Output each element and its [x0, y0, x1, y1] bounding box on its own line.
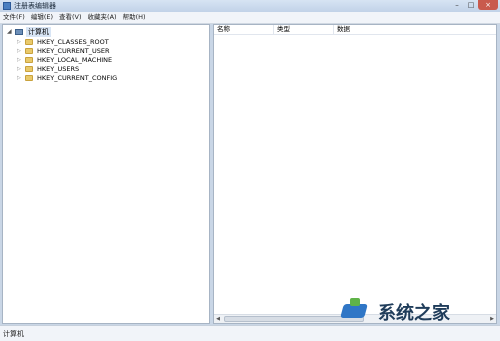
tree-item-label: HKEY_USERS	[37, 64, 80, 73]
tree-root-computer[interactable]: ◢ 计算机	[7, 26, 51, 37]
tree-item-label: HKEY_LOCAL_MACHINE	[37, 55, 113, 64]
title-bar: 注册表编辑器 – □ ×	[0, 0, 500, 12]
menu-view[interactable]: 查看(V)	[56, 12, 85, 23]
watermark-text: 系统之家	[378, 303, 450, 324]
tree-root-label: 计算机	[26, 26, 51, 37]
status-path: 计算机	[3, 330, 24, 338]
tree-item-hkey-current-config[interactable]: ▷ HKEY_CURRENT_CONFIG	[17, 73, 117, 82]
column-header-data[interactable]: 数据	[334, 25, 496, 34]
column-header-type[interactable]: 类型	[274, 25, 334, 34]
folder-icon	[25, 65, 33, 72]
tree-item-hkey-classes-root[interactable]: ▷ HKEY_CLASSES_ROOT	[17, 37, 109, 46]
folder-icon	[25, 56, 33, 63]
list-header: 名称 类型 数据	[214, 25, 496, 35]
close-button[interactable]: ×	[478, 0, 498, 10]
expand-icon[interactable]: ▷	[17, 75, 25, 81]
regedit-app-icon	[3, 2, 11, 10]
tree-item-label: HKEY_CURRENT_USER	[37, 46, 110, 55]
registry-tree-pane[interactable]: ◢ 计算机 ▷ HKEY_CLASSES_ROOT ▷ HKEY_CURRENT…	[2, 24, 210, 324]
expand-icon[interactable]: ▷	[17, 39, 25, 45]
window-controls: – □ ×	[450, 0, 498, 10]
folder-icon	[25, 74, 33, 81]
folder-icon	[25, 47, 33, 54]
menu-help[interactable]: 帮助(H)	[120, 12, 149, 23]
collapse-icon[interactable]: ◢	[7, 28, 15, 35]
minimize-button[interactable]: –	[450, 0, 464, 10]
scroll-left-icon[interactable]: ◀	[214, 315, 222, 323]
expand-icon[interactable]: ▷	[17, 57, 25, 63]
menu-file[interactable]: 文件(F)	[0, 12, 28, 23]
values-list-pane[interactable]: 名称 类型 数据 ◀ ▶	[213, 24, 497, 324]
site-logo-icon	[338, 298, 372, 326]
menu-edit[interactable]: 编辑(E)	[28, 12, 56, 23]
tree-item-hkey-local-machine[interactable]: ▷ HKEY_LOCAL_MACHINE	[17, 55, 112, 64]
watermark: 系统之家	[338, 292, 498, 332]
folder-icon	[25, 38, 33, 45]
menu-favorites[interactable]: 收藏夹(A)	[85, 12, 120, 23]
maximize-button[interactable]: □	[464, 0, 478, 10]
expand-icon[interactable]: ▷	[17, 66, 25, 72]
window-title: 注册表编辑器	[14, 2, 56, 10]
menu-bar: 文件(F) 编辑(E) 查看(V) 收藏夹(A) 帮助(H)	[0, 12, 500, 24]
tree-item-hkey-users[interactable]: ▷ HKEY_USERS	[17, 64, 79, 73]
column-header-name[interactable]: 名称	[214, 25, 274, 34]
tree-item-hkey-current-user[interactable]: ▷ HKEY_CURRENT_USER	[17, 46, 110, 55]
computer-icon	[15, 28, 23, 35]
tree-item-label: HKEY_CURRENT_CONFIG	[37, 73, 118, 82]
tree-item-label: HKEY_CLASSES_ROOT	[37, 37, 109, 46]
expand-icon[interactable]: ▷	[17, 48, 25, 54]
